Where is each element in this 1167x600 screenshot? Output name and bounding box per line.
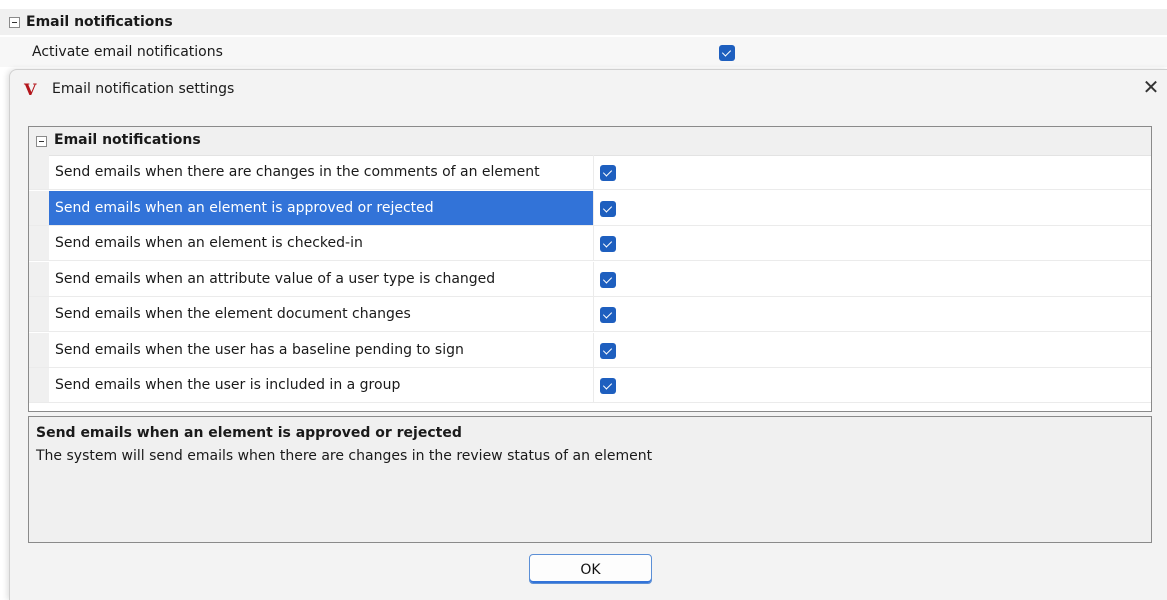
row-label[interactable]: Send emails when an element is approved … bbox=[49, 190, 594, 225]
activate-email-checkbox[interactable] bbox=[719, 45, 735, 61]
grid-row[interactable]: Send emails when the user is included in… bbox=[29, 368, 1151, 403]
description-title: Send emails when an element is approved … bbox=[36, 425, 462, 441]
row-value bbox=[595, 226, 1151, 260]
row-value bbox=[595, 368, 1151, 402]
ok-button[interactable]: OK bbox=[529, 554, 652, 584]
row-checkbox[interactable] bbox=[600, 342, 616, 359]
background-property-grid: Email notifications Activate email notif… bbox=[0, 0, 1167, 70]
row-value bbox=[595, 155, 1151, 189]
grid-row[interactable]: Send emails when an element is approved … bbox=[29, 190, 1151, 226]
background-section-header[interactable]: Email notifications bbox=[0, 9, 1167, 35]
row-label[interactable]: Send emails when the user is included in… bbox=[49, 368, 594, 402]
row-label[interactable]: Send emails when an attribute value of a… bbox=[49, 261, 594, 296]
row-checkbox[interactable] bbox=[600, 271, 616, 288]
close-button[interactable]: ✕ bbox=[1140, 76, 1162, 98]
grid-row[interactable]: Send emails when there are changes in th… bbox=[29, 155, 1151, 190]
collapse-icon[interactable] bbox=[9, 16, 20, 28]
row-value bbox=[595, 333, 1151, 367]
row-checkbox[interactable] bbox=[600, 307, 616, 323]
row-gutter bbox=[29, 332, 49, 367]
grid-section-header[interactable]: Email notifications bbox=[29, 127, 1151, 156]
row-value bbox=[595, 297, 1151, 331]
row-checkbox[interactable] bbox=[600, 378, 616, 394]
description-text: The system will send emails when there a… bbox=[36, 448, 653, 464]
row-gutter bbox=[29, 226, 49, 260]
grid-row[interactable]: Send emails when the user has a baseline… bbox=[29, 332, 1151, 368]
grid-section-title: Email notifications bbox=[54, 132, 201, 148]
grid-row[interactable]: Send emails when an element is checked-i… bbox=[29, 226, 1151, 261]
row-gutter bbox=[29, 297, 49, 331]
property-grid: Email notifications Send emails when the… bbox=[28, 126, 1152, 412]
v-logo-icon: V bbox=[24, 80, 37, 99]
row-label[interactable]: Send emails when the user has a baseline… bbox=[49, 332, 594, 367]
background-section-title: Email notifications bbox=[26, 14, 173, 30]
row-label[interactable]: Send emails when an element is checked-i… bbox=[49, 226, 594, 260]
row-value bbox=[595, 262, 1151, 296]
row-label[interactable]: Send emails when the element document ch… bbox=[49, 297, 594, 331]
row-gutter bbox=[29, 368, 49, 402]
dialog-title: Email notification settings bbox=[52, 81, 235, 97]
activate-email-label: Activate email notifications bbox=[32, 44, 223, 60]
row-gutter bbox=[29, 155, 49, 189]
grid-row[interactable]: Send emails when an attribute value of a… bbox=[29, 261, 1151, 297]
row-gutter bbox=[29, 190, 49, 225]
row-gutter bbox=[29, 261, 49, 296]
row-value bbox=[595, 191, 1151, 225]
row-checkbox[interactable] bbox=[600, 165, 616, 181]
dialog-titlebar: V Email notification settings ✕ bbox=[10, 70, 1167, 108]
row-checkbox[interactable] bbox=[600, 200, 616, 217]
row-checkbox[interactable] bbox=[600, 236, 616, 252]
row-label[interactable]: Send emails when there are changes in th… bbox=[49, 155, 594, 189]
collapse-icon[interactable] bbox=[36, 136, 47, 147]
description-panel: Send emails when an element is approved … bbox=[28, 416, 1152, 543]
background-property-row[interactable]: Activate email notifications bbox=[0, 37, 1167, 67]
grid-row[interactable]: Send emails when the element document ch… bbox=[29, 297, 1151, 332]
email-settings-dialog: V Email notification settings ✕ Email no… bbox=[9, 69, 1167, 600]
